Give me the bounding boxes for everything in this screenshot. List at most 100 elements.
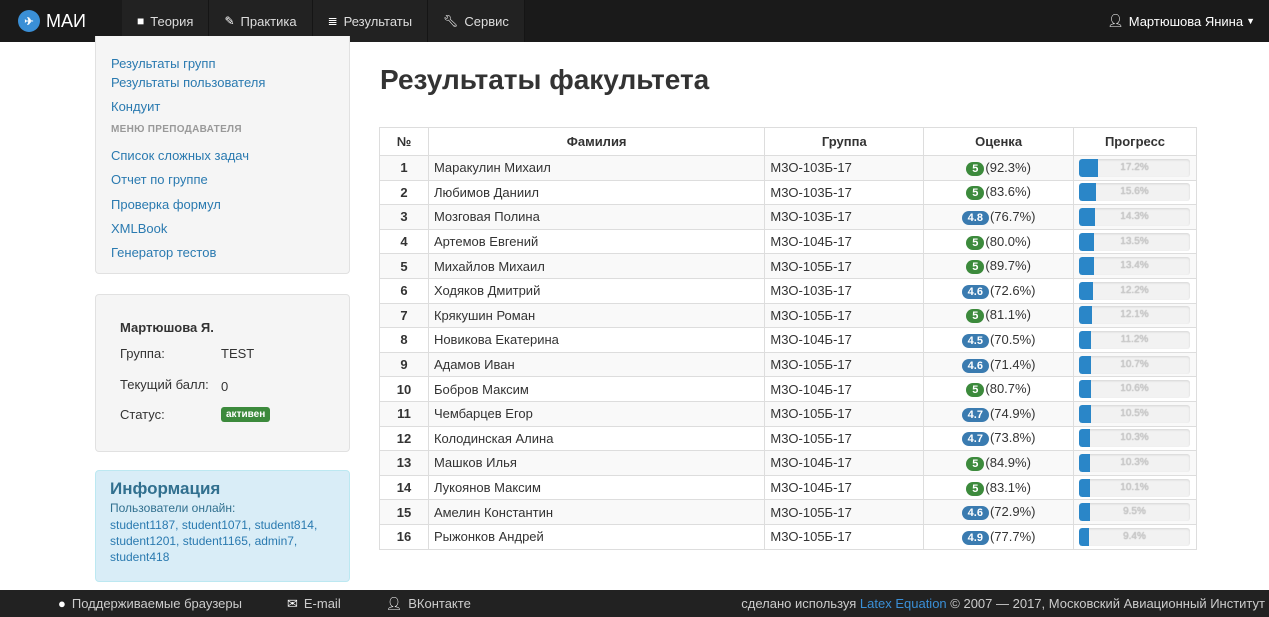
- col-header-grade[interactable]: Оценка: [923, 127, 1074, 156]
- progress-cell: 12.1%: [1072, 302, 1198, 329]
- sidebar-item-konduit[interactable]: Кондуит: [111, 99, 160, 114]
- student-name[interactable]: Мозговая Полина: [427, 204, 766, 230]
- table-row: 8 Новикова Екатерина М3О-104Б-17 4.5 (70.5%)…: [379, 327, 1198, 353]
- grade-badge: 4.6: [961, 284, 989, 299]
- footer-vk-link[interactable]: 👤︎ ВКонтакте: [386, 596, 471, 612]
- footer-credit: сделано используя Latex Equation © 2007 …: [741, 596, 1269, 611]
- footer-email-link[interactable]: ✉ E-mail: [287, 596, 341, 612]
- col-header-group[interactable]: Группа: [764, 127, 925, 156]
- grade-badge: 4.7: [961, 407, 989, 422]
- table-header-row: № Фамилия Группа Оценка Прогресс: [379, 127, 1198, 156]
- student-name[interactable]: Бобров Максим: [427, 376, 766, 402]
- student-name[interactable]: Ходяков Дмитрий: [427, 277, 766, 304]
- grade-percent: (80.0%): [985, 233, 1031, 249]
- student-name[interactable]: Амелин Константин: [427, 499, 766, 525]
- student-name[interactable]: Новикова Екатерина: [427, 327, 766, 353]
- progress-cell: 9.4%: [1072, 523, 1198, 550]
- grade-cell: 4.6 (72.6%): [923, 277, 1074, 304]
- row-number: 13: [379, 450, 429, 476]
- latex-equation-link[interactable]: Latex Equation: [860, 596, 947, 611]
- nav-service-label: Сервис: [464, 13, 509, 29]
- user-icon: 👤︎: [385, 595, 403, 611]
- sidebar-item-hard-tasks[interactable]: Список сложных задач: [111, 148, 249, 163]
- progress-cell: 14.3%: [1072, 204, 1198, 230]
- progress-bar: 12.1%: [1078, 306, 1190, 325]
- progress-label: 9.5%: [1123, 506, 1146, 518]
- grade-badge: 5: [966, 235, 985, 250]
- table-row: 5 Михайлов Михаил М3О-105Б-17 5 (89.7%) 13.4%: [379, 253, 1198, 279]
- sidebar-item-group-report[interactable]: Отчет по группе: [111, 172, 208, 187]
- student-name[interactable]: Крякушин Роман: [427, 302, 766, 329]
- list-icon: ≣: [327, 14, 338, 28]
- grade-percent: (92.3%): [985, 159, 1031, 175]
- online-users-label: Пользователи онлайн:: [110, 501, 236, 515]
- student-name[interactable]: Лукоянов Максим: [427, 474, 766, 501]
- col-header-number[interactable]: №: [379, 127, 429, 156]
- progress-bar: 9.5%: [1078, 503, 1190, 522]
- teacher-menu-header: МЕНЮ ПРЕПОДАВАТЕЛЯ: [111, 124, 242, 135]
- progress-label: 13.5%: [1120, 235, 1149, 247]
- student-group: М3О-105Б-17: [764, 425, 925, 452]
- user-menu[interactable]: 👤︎ Мартюшова Янина ▼: [1107, 13, 1269, 29]
- footer-browsers-link[interactable]: ● Поддерживаемые браузеры: [58, 596, 242, 611]
- grade-badge: 4.9: [961, 530, 989, 545]
- student-group: М3О-103Б-17: [764, 277, 925, 304]
- progress-cell: 11.2%: [1072, 327, 1198, 353]
- status-badge: активен: [221, 407, 271, 422]
- online-users-list[interactable]: student1187, student1071, student814, st…: [110, 517, 330, 565]
- grade-badge: 5: [966, 456, 985, 471]
- student-name[interactable]: Артемов Евгений: [427, 228, 766, 255]
- student-name[interactable]: Рыжонков Андрей: [427, 523, 766, 550]
- table-row: 16 Рыжонков Андрей М3О-105Б-17 4.9 (77.7%) 9.…: [379, 523, 1198, 550]
- globe-icon: ●: [58, 596, 66, 611]
- table-row: 2 Любимов Даниил М3О-103Б-17 5 (83.6%) 15.6%: [379, 179, 1198, 206]
- grade-cell: 4.6 (72.9%): [923, 499, 1074, 525]
- row-number: 10: [379, 376, 429, 402]
- sidebar-item-formula-check[interactable]: Проверка формул: [111, 197, 221, 212]
- col-header-name[interactable]: Фамилия: [427, 127, 766, 156]
- progress-cell: 10.7%: [1072, 351, 1198, 378]
- table-row: 13 Машков Илья М3О-104Б-17 5 (84.9%) 10.3%: [379, 450, 1198, 476]
- student-name[interactable]: Чембарцев Егор: [427, 400, 766, 427]
- table-row: 1 Маракулин Михаил М3О-103Б-17 5 (92.3%) 17.2…: [379, 155, 1198, 181]
- student-group: М3О-105Б-17: [764, 523, 925, 550]
- grade-cell: 4.6 (71.4%): [923, 351, 1074, 378]
- credit-suffix: © 2007 — 2017, Московский Авиационный Ин…: [950, 596, 1265, 611]
- sidebar-item-test-generator[interactable]: Генератор тестов: [111, 245, 216, 260]
- grade-percent: (83.1%): [985, 479, 1031, 495]
- progress-cell: 13.4%: [1072, 253, 1198, 279]
- sidebar-item-group-results[interactable]: Результаты групп: [111, 56, 215, 71]
- row-number: 3: [379, 204, 429, 230]
- progress-bar: 10.3%: [1078, 429, 1190, 448]
- grade-percent: (76.7%): [989, 208, 1036, 224]
- student-name[interactable]: Колодинская Алина: [427, 425, 766, 452]
- col-header-progress[interactable]: Прогресс: [1072, 127, 1198, 156]
- progress-cell: 10.3%: [1072, 450, 1198, 476]
- nav-service[interactable]: 🔧︎ Сервис: [428, 0, 525, 42]
- page-title: Результаты факультета: [380, 64, 710, 95]
- grade-badge: 5: [966, 383, 985, 398]
- table-row: 14 Лукоянов Максим М3О-104Б-17 5 (83.1%) 10.1…: [379, 474, 1198, 501]
- student-name[interactable]: Любимов Даниил: [427, 179, 766, 206]
- sidebar-item-user-results[interactable]: Результаты пользователя: [111, 75, 265, 90]
- row-number: 15: [379, 499, 429, 525]
- progress-bar: 17.2%: [1078, 158, 1190, 177]
- progress-cell: 10.6%: [1072, 376, 1198, 402]
- student-name[interactable]: Адамов Иван: [427, 351, 766, 378]
- student-name[interactable]: Машков Илья: [427, 450, 766, 476]
- progress-bar: 14.3%: [1078, 207, 1190, 226]
- grade-percent: (73.8%): [989, 430, 1036, 446]
- student-name[interactable]: Маракулин Михаил: [427, 155, 766, 181]
- student-group: М3О-104Б-17: [764, 327, 925, 353]
- grade-cell: 5 (83.1%): [923, 474, 1074, 501]
- table-row: 7 Крякушин Роман М3О-105Б-17 5 (81.1%) 12.1%: [379, 302, 1198, 329]
- student-name[interactable]: Михайлов Михаил: [427, 253, 766, 279]
- student-group: М3О-105Б-17: [764, 400, 925, 427]
- grade-cell: 5 (80.0%): [923, 228, 1074, 255]
- book-icon: ■: [137, 14, 145, 28]
- info-panel: Информация Пользователи онлайн: student1…: [95, 470, 350, 582]
- sidebar-item-xmlbook[interactable]: XMLBook: [111, 221, 167, 236]
- score-value: 0: [221, 379, 229, 394]
- grade-badge: 4.6: [961, 358, 989, 373]
- progress-cell: 9.5%: [1072, 499, 1198, 525]
